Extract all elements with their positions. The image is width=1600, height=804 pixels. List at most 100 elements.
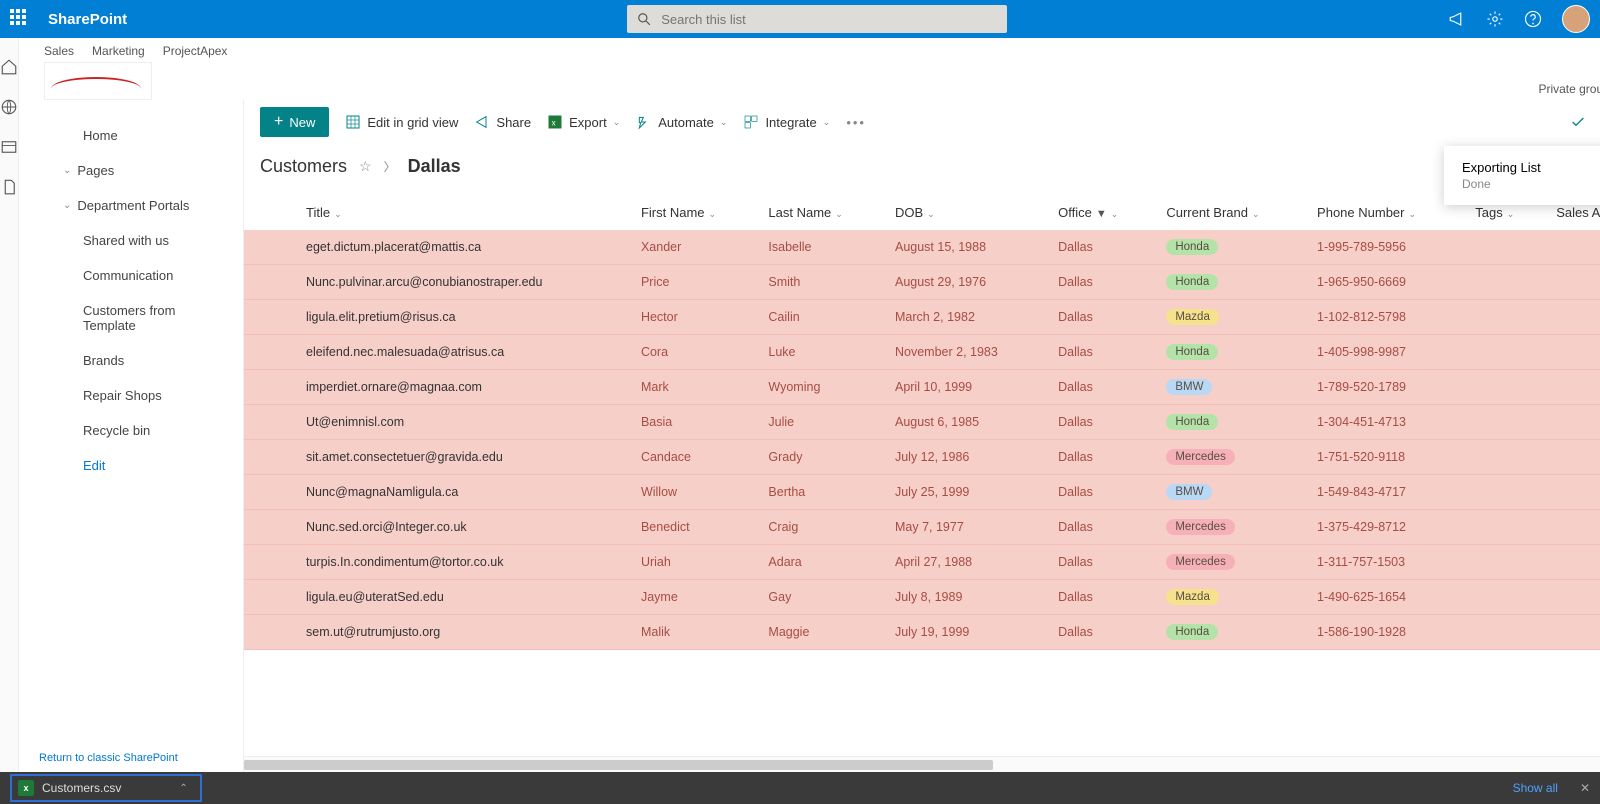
chevron-up-icon[interactable]: ⌃	[179, 783, 187, 794]
export-button[interactable]: xExport⌄	[547, 114, 620, 130]
cell-tags	[1463, 440, 1544, 475]
cell-first: Uriah	[629, 545, 756, 580]
globe-icon[interactable]	[0, 98, 18, 116]
cell-brand: BMW	[1154, 370, 1305, 405]
show-all-downloads[interactable]: Show all	[1513, 781, 1558, 795]
suite-header: SharePoint	[0, 0, 1600, 38]
download-filename: Customers.csv	[42, 781, 121, 795]
cell-last: Bertha	[756, 475, 883, 510]
table-row[interactable]: sit.amet.consectetuer@gravida.edu Candac…	[244, 440, 1600, 475]
cell-title[interactable]: turpis.In.condimentum@tortor.co.uk	[294, 545, 629, 580]
search-box[interactable]	[627, 5, 1007, 33]
table-row[interactable]: eget.dictum.placerat@mattis.ca Xander Is…	[244, 230, 1600, 265]
automate-button[interactable]: Automate⌄	[636, 114, 727, 130]
cell-first: Willow	[629, 475, 756, 510]
table-row[interactable]: sem.ut@rutrumjusto.org Malik Maggie July…	[244, 615, 1600, 650]
cell-title[interactable]: sem.ut@rutrumjusto.org	[294, 615, 629, 650]
col-current brand[interactable]: Current Brand⌄	[1154, 195, 1305, 230]
favorite-icon[interactable]: ☆	[359, 158, 372, 175]
cell-title[interactable]: Nunc.pulvinar.arcu@conubianostraper.edu	[294, 265, 629, 300]
nav-repair-shops[interactable]: Repair Shops	[19, 378, 243, 413]
table-row[interactable]: Nunc@magnaNamligula.ca Willow Bertha Jul…	[244, 475, 1600, 510]
cell-phone: 1-965-950-6669	[1305, 265, 1463, 300]
new-button[interactable]: +New	[260, 107, 329, 137]
list-title[interactable]: Customers	[260, 156, 347, 177]
cell-brand: Mazda	[1154, 580, 1305, 615]
cell-tags	[1463, 510, 1544, 545]
brand[interactable]: SharePoint	[48, 11, 127, 28]
integrate-button[interactable]: Integrate⌄	[743, 114, 830, 130]
cell-office: Dallas	[1046, 510, 1154, 545]
table-row[interactable]: eleifend.nec.malesuada@atrisus.ca Cora L…	[244, 335, 1600, 370]
cell-dob: July 25, 1999	[883, 475, 1046, 510]
col-dob[interactable]: DOB⌄	[883, 195, 1046, 230]
list-table-wrap[interactable]: Title⌄First Name⌄Last Name⌄DOB⌄Office▼⌄C…	[244, 195, 1600, 756]
share-button[interactable]: Share	[474, 114, 531, 130]
site-link-projectapex[interactable]: ProjectApex	[163, 44, 228, 58]
news-icon[interactable]	[0, 138, 18, 156]
col-title[interactable]: Title⌄	[294, 195, 629, 230]
site-logo[interactable]	[44, 62, 152, 100]
cell-last: Luke	[756, 335, 883, 370]
cell-last: Cailin	[756, 300, 883, 335]
cell-tags	[1463, 370, 1544, 405]
download-bar: x Customers.csv ⌃ Show all ✕	[0, 772, 1600, 804]
user-avatar[interactable]	[1562, 5, 1590, 33]
more-button[interactable]: •••	[846, 115, 866, 130]
cell-title[interactable]: ligula.eu@uteratSed.edu	[294, 580, 629, 615]
return-classic[interactable]: Return to classic SharePoint	[39, 752, 178, 764]
nav-shared[interactable]: Shared with us	[19, 223, 243, 258]
help-icon[interactable]	[1524, 10, 1542, 28]
cell-phone: 1-490-625-1654	[1305, 580, 1463, 615]
cell-title[interactable]: imperdiet.ornare@magnaa.com	[294, 370, 629, 405]
settings-icon[interactable]	[1486, 10, 1504, 28]
cell-last: Smith	[756, 265, 883, 300]
cell-title[interactable]: eleifend.nec.malesuada@atrisus.ca	[294, 335, 629, 370]
table-row[interactable]: Nunc.sed.orci@Integer.co.uk Benedict Cra…	[244, 510, 1600, 545]
nav-customers-template[interactable]: Customers from Template	[19, 293, 243, 343]
close-download-bar[interactable]: ✕	[1580, 781, 1590, 795]
col-phone number[interactable]: Phone Number⌄	[1305, 195, 1463, 230]
nav-home[interactable]: Home	[19, 118, 243, 153]
cell-brand: Mercedes	[1154, 510, 1305, 545]
download-chip[interactable]: x Customers.csv ⌃	[10, 774, 202, 802]
app-launcher-icon[interactable]	[10, 9, 30, 29]
cell-dob: May 7, 1977	[883, 510, 1046, 545]
nav-communication[interactable]: Communication	[19, 258, 243, 293]
site-link-sales[interactable]: Sales	[44, 44, 74, 58]
nav-recycle-bin[interactable]: Recycle bin	[19, 413, 243, 448]
horizontal-scrollbar[interactable]	[244, 756, 1600, 772]
cell-title[interactable]: Ut@enimnisl.com	[294, 405, 629, 440]
table-row[interactable]: turpis.In.condimentum@tortor.co.uk Uriah…	[244, 545, 1600, 580]
cell-title[interactable]: ligula.elit.pretium@risus.ca	[294, 300, 629, 335]
table-row[interactable]: ligula.elit.pretium@risus.ca Hector Cail…	[244, 300, 1600, 335]
cell-title[interactable]: eget.dictum.placerat@mattis.ca	[294, 230, 629, 265]
cell-assoc	[1544, 580, 1600, 615]
cell-office: Dallas	[1046, 335, 1154, 370]
nav-pages[interactable]: ⌄Pages	[19, 153, 243, 188]
col-first name[interactable]: First Name⌄	[629, 195, 756, 230]
nav-brands[interactable]: Brands	[19, 343, 243, 378]
home-icon[interactable]	[0, 58, 18, 76]
edit-grid-button[interactable]: Edit in grid view	[345, 114, 458, 130]
cell-first: Jayme	[629, 580, 756, 615]
nav-department-portals[interactable]: ⌄Department Portals	[19, 188, 243, 223]
table-row[interactable]: Nunc.pulvinar.arcu@conubianostraper.edu …	[244, 265, 1600, 300]
list-breadcrumb: Customers ☆ 〉 Dallas	[244, 144, 1600, 195]
col-office[interactable]: Office▼⌄	[1046, 195, 1154, 230]
table-row[interactable]: ligula.eu@uteratSed.edu Jayme Gay July 8…	[244, 580, 1600, 615]
cell-title[interactable]: Nunc.sed.orci@Integer.co.uk	[294, 510, 629, 545]
cell-title[interactable]: Nunc@magnaNamligula.ca	[294, 475, 629, 510]
site-link-marketing[interactable]: Marketing	[92, 44, 145, 58]
search-input[interactable]	[661, 12, 997, 27]
files-icon[interactable]	[0, 178, 18, 196]
view-name: Dallas	[408, 156, 461, 177]
table-row[interactable]: imperdiet.ornare@magnaa.com Mark Wyoming…	[244, 370, 1600, 405]
done-check-icon[interactable]	[1570, 114, 1586, 130]
cell-title[interactable]: sit.amet.consectetuer@gravida.edu	[294, 440, 629, 475]
col-last name[interactable]: Last Name⌄	[756, 195, 883, 230]
cell-phone: 1-102-812-5798	[1305, 300, 1463, 335]
table-row[interactable]: Ut@enimnisl.com Basia Julie August 6, 19…	[244, 405, 1600, 440]
nav-edit[interactable]: Edit	[19, 448, 243, 483]
megaphone-icon[interactable]	[1448, 10, 1466, 28]
